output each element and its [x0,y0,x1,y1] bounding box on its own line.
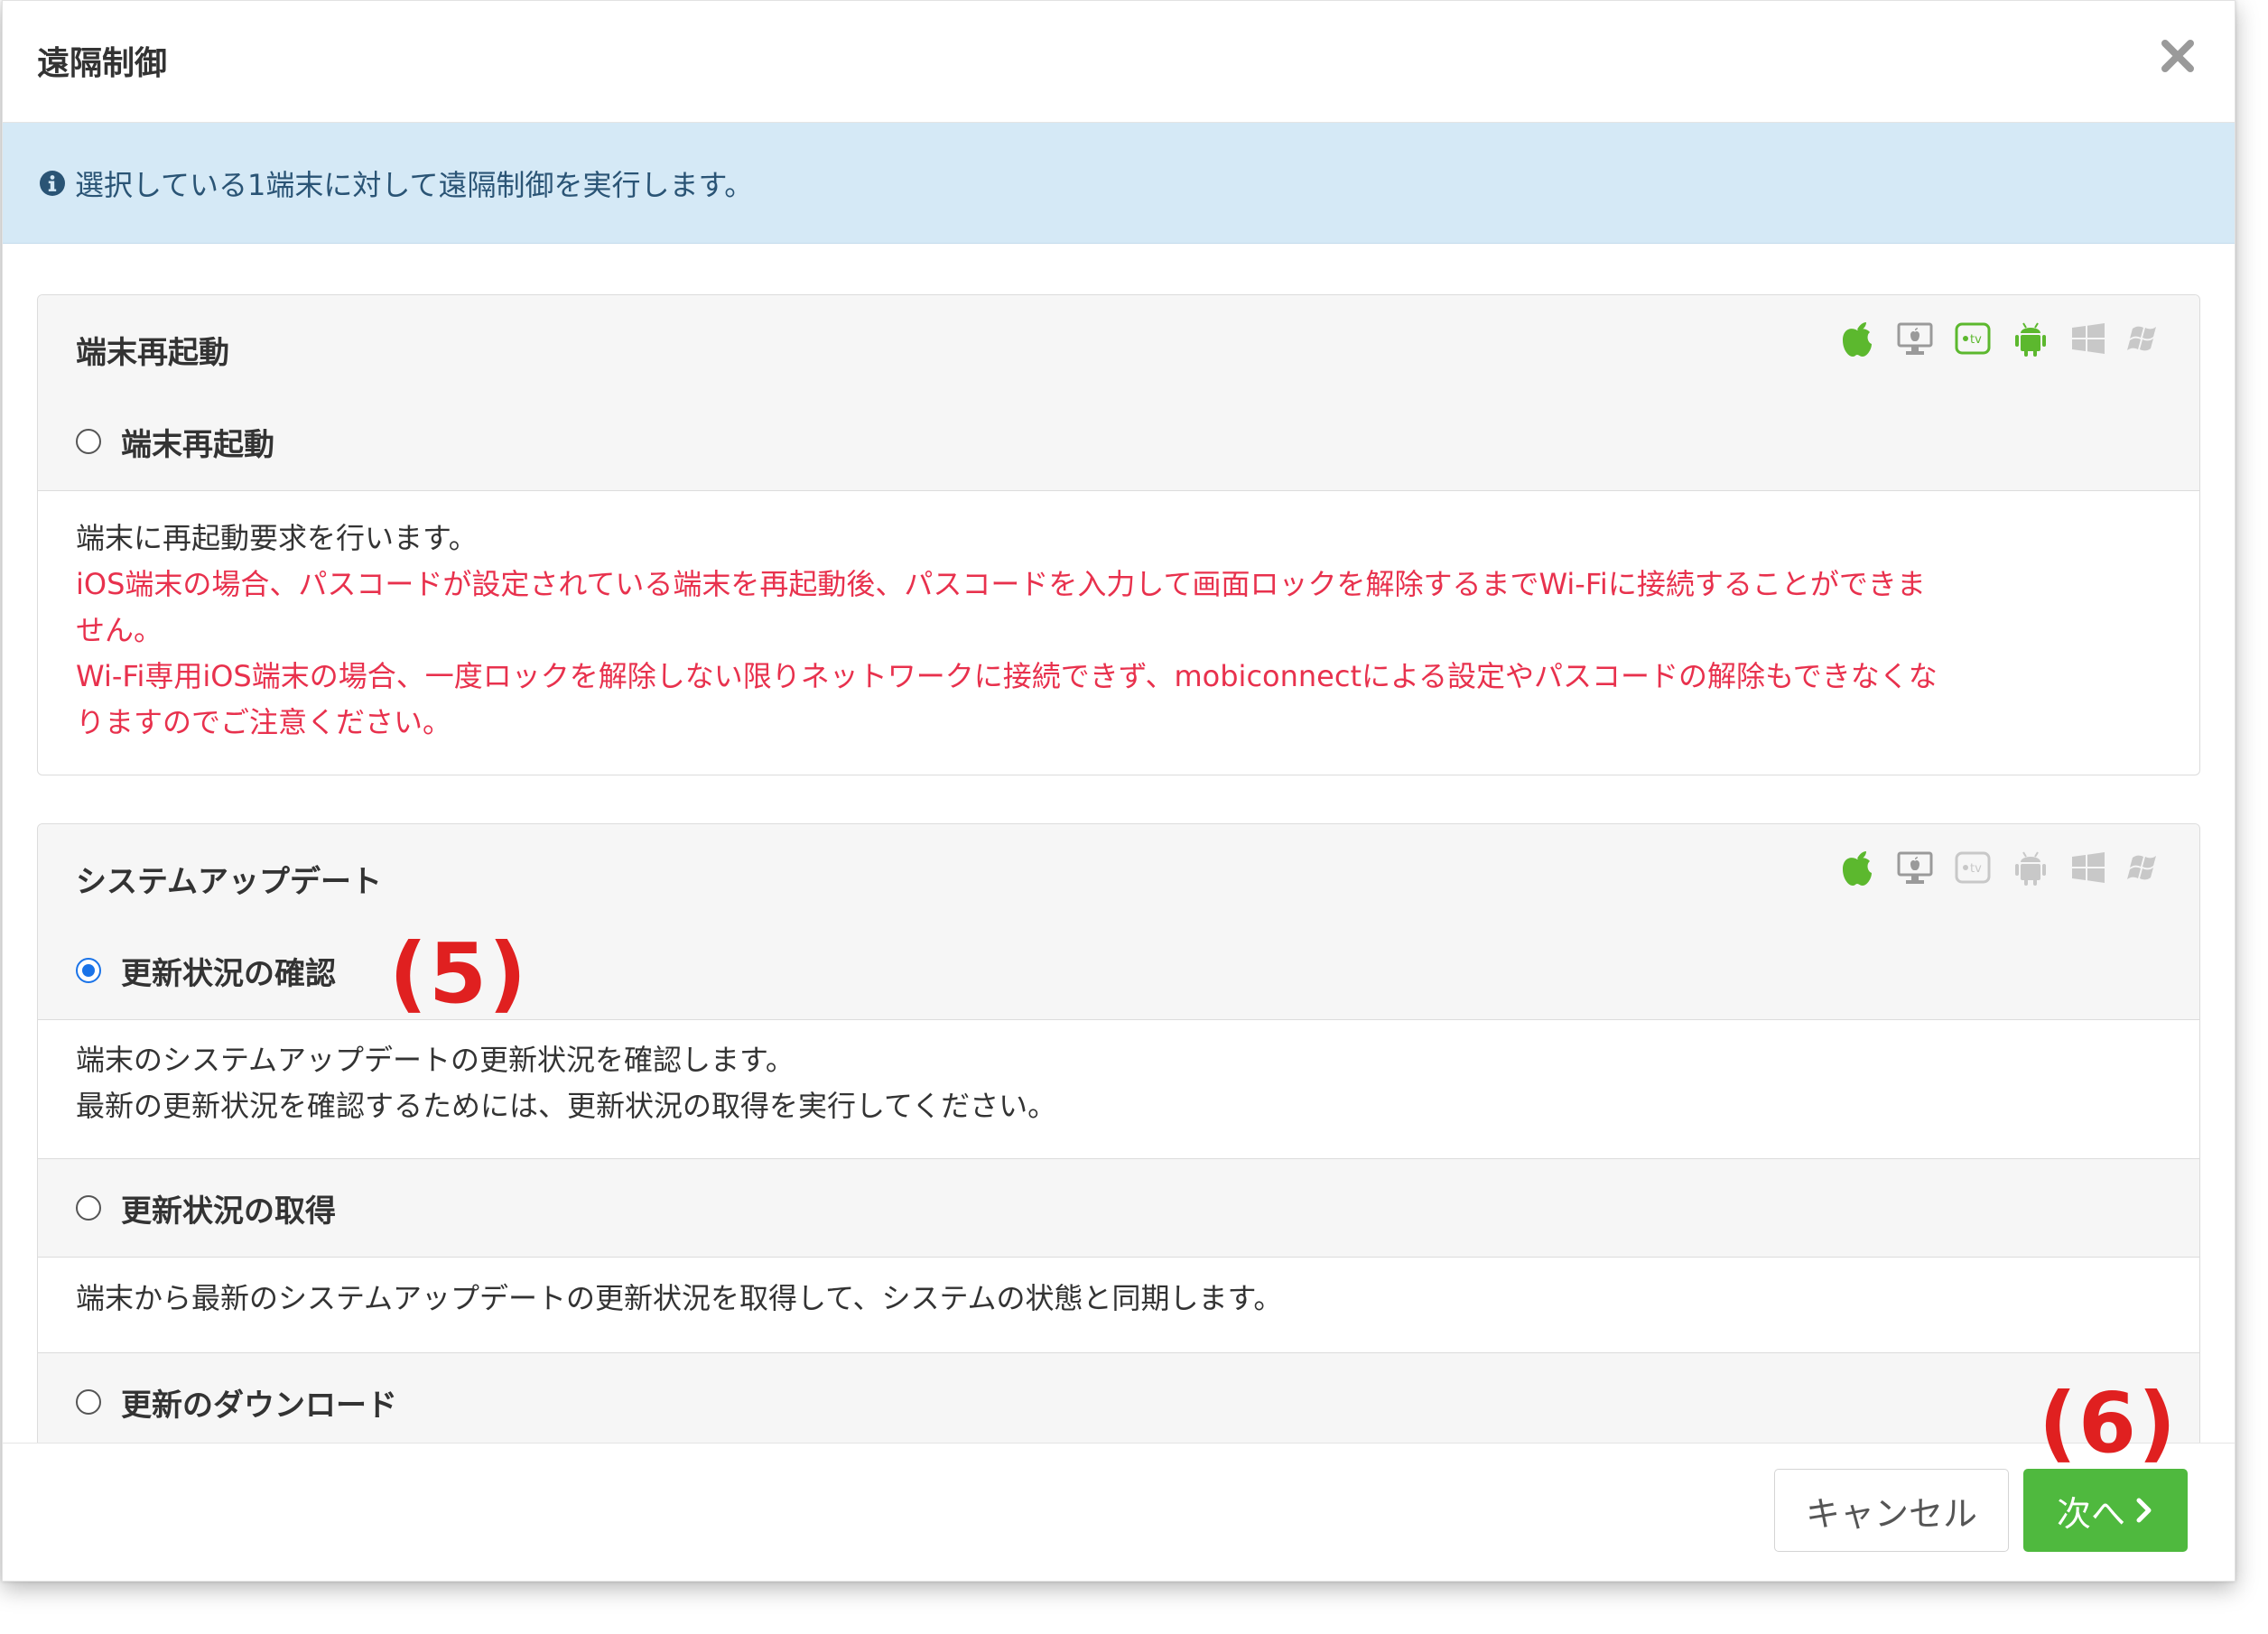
svg-text:tv: tv [1970,862,1982,876]
windows-icon [2072,852,2105,883]
option-description: 端末に再起動要求を行います。 iOS端末の場合、パスコードが設定されている端末を… [76,515,2145,746]
option-download-update[interactable]: 更新のダウンロード [38,1353,2199,1444]
annotation-step-6: (6) [2039,1375,2179,1472]
apple-tv-icon: tv [1955,322,1991,355]
info-alert: 選択している1端末に対して遠隔制御を実行します。 [3,123,2235,244]
android-icon [2015,322,2046,357]
panel-device-restart: 端末再起動 tv 端末再起動 端末に再起動要求を行います。 iOS端末の場合、パ… [37,294,2200,775]
cancel-button[interactable]: キャンセル [1774,1469,2009,1552]
os-support-icons: tv [1838,317,2165,360]
description-line: 端末から最新のシステムアップデートの更新状況を取得して、システムの状態と同期しま… [76,1281,1283,1315]
close-icon[interactable] [2157,35,2198,77]
warning-line: Wi-Fi専用iOS端末の場合、一度ロックを解除しない限りネットワークに接続でき… [76,659,1938,693]
chevron-right-icon [2136,1498,2152,1523]
option-check-update-status[interactable]: 更新状況の確認 [38,922,2199,1020]
warning-line: せん。 [76,613,163,647]
windows-legacy-icon [2127,326,2156,351]
warning-line: りますのでご注意ください。 [76,705,452,739]
panel-title: 端末再起動 [76,335,229,371]
windows-legacy-icon [2127,855,2156,880]
apple-icon [1843,851,1872,886]
apple-tv-icon: tv [1955,851,1991,884]
svg-text:tv: tv [1970,333,1982,347]
radio-device-restart[interactable] [76,429,101,454]
option-label: 更新のダウンロード [121,1387,397,1424]
modal-body[interactable]: 端末再起動 tv 端末再起動 端末に再起動要求を行います。 iOS端末の場合、パ… [3,244,2235,1444]
remote-control-modal: 遠隔制御 選択している1端末に対して遠隔制御を実行します。 端末再起動 tv 端… [2,0,2235,1582]
option-label: 端末再起動 [121,426,274,463]
windows-icon [2072,323,2105,354]
apple-icon [1843,322,1872,357]
modal-footer: キャンセル 次へ [3,1443,2235,1581]
annotation-step-5: (5) [389,925,529,1022]
modal-title: 遠隔制御 [37,45,168,82]
description-line: 端末のシステムアップデートの更新状況を確認します。 [76,1043,795,1077]
alert-text: 選択している1端末に対して遠隔制御を実行します。 [75,167,754,202]
option-label: 更新状況の取得 [121,1193,336,1230]
option-label: 更新状況の確認 [121,955,336,992]
description-line: 最新の更新状況を確認するためには、更新状況の取得を実行してください。 [76,1089,1057,1123]
option-device-restart[interactable]: 端末再起動 [38,393,2199,491]
warning-line: iOS端末の場合、パスコードが設定されている端末を再起動後、パスコードを入力して… [76,567,1926,601]
panel-heading: 端末再起動 tv [38,295,2199,394]
description-text: 端末に再起動要求を行います。 [76,521,478,555]
os-support-icons: tv [1838,846,2165,889]
option-description: 端末のシステムアップデートの更新状況を確認します。 最新の更新状況を確認するため… [76,1037,2145,1129]
option-description: 端末から最新のシステムアップデートの更新状況を取得して、システムの状態と同期しま… [76,1276,2145,1322]
info-icon [40,170,65,196]
next-button[interactable]: 次へ [2023,1469,2188,1552]
modal-header: 遠隔制御 [3,1,2235,123]
panel-heading: システムアップデート tv [38,824,2199,923]
panel-system-update: システムアップデート tv 更新状況の確認 端末のシステムアップデートの更新状況… [37,823,2200,1444]
panel-title: システムアップデート [76,864,382,900]
android-icon [2015,851,2046,886]
option-fetch-update-status[interactable]: 更新状況の取得 [38,1159,2199,1258]
radio-download-update[interactable] [76,1389,101,1415]
mac-icon [1897,322,1933,355]
radio-check-update-status[interactable] [76,958,101,983]
next-button-label: 次へ [2056,1493,2125,1534]
mac-icon [1897,851,1933,884]
radio-fetch-update-status[interactable] [76,1195,101,1221]
